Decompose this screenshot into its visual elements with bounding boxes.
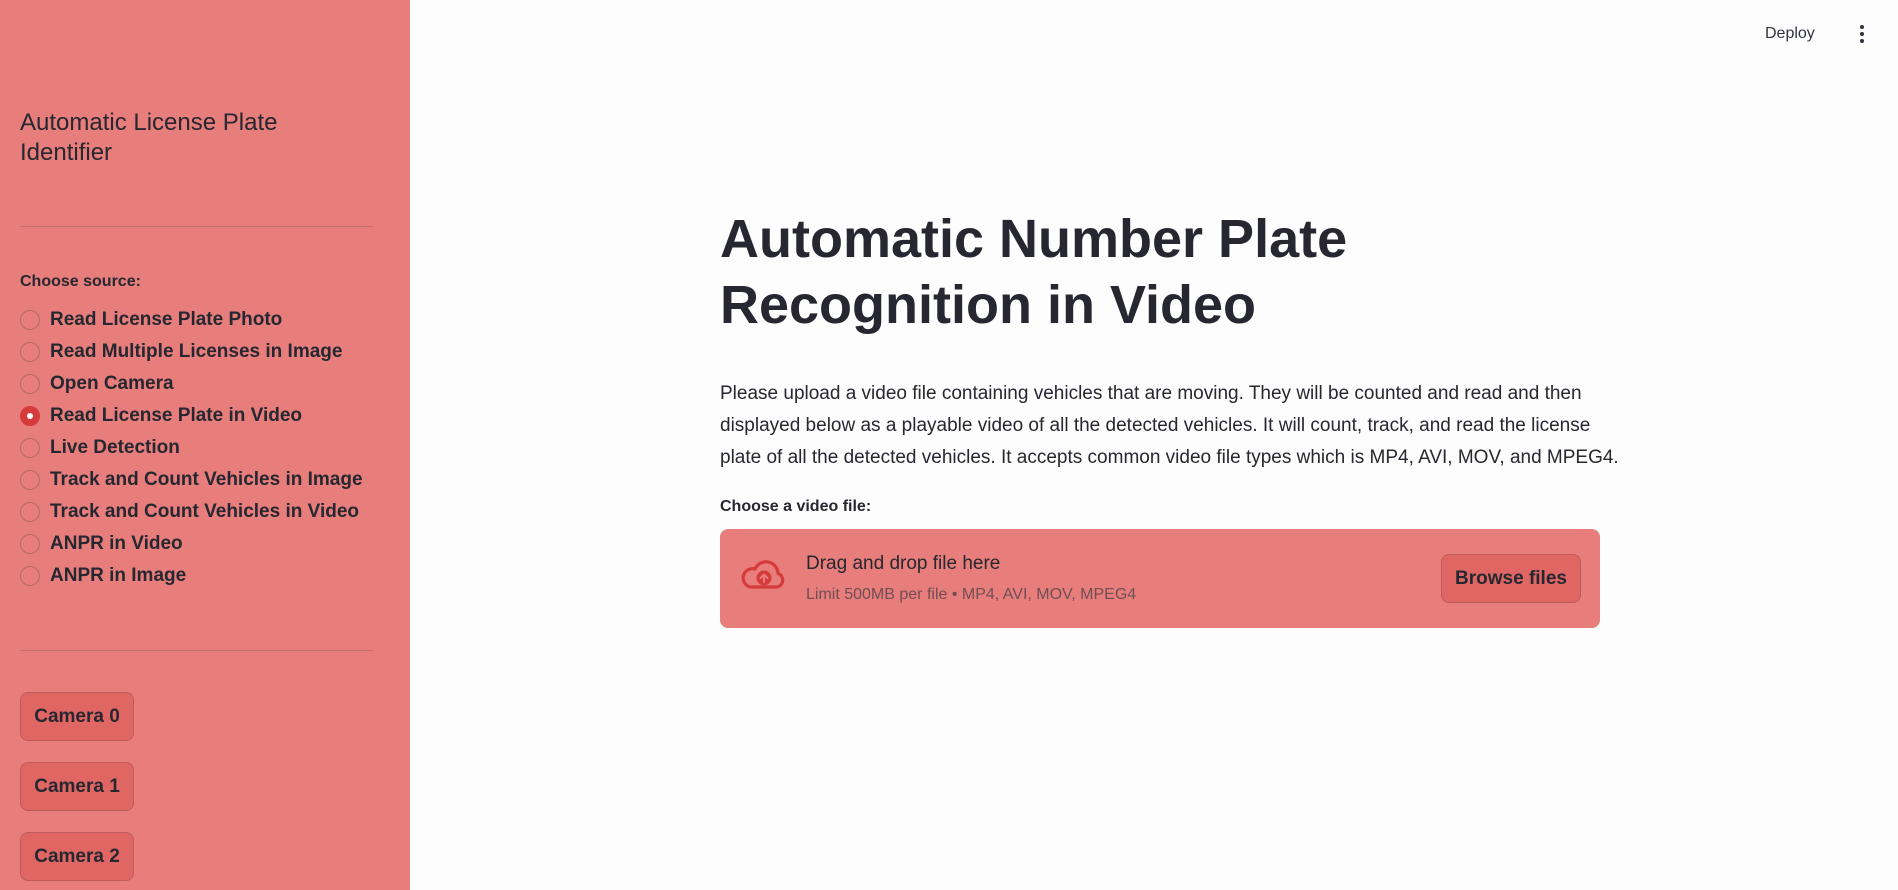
radio-circle-icon — [20, 470, 40, 490]
source-label: Choose source: — [20, 273, 141, 290]
cloud-upload-icon — [741, 560, 785, 589]
radio-option-label: ANPR in Image — [50, 565, 187, 586]
radio-option-anpr-video[interactable]: ANPR in Video — [20, 528, 363, 560]
radio-circle-icon — [20, 502, 40, 522]
radio-option-label: Track and Count Vehicles in Image — [50, 469, 363, 490]
radio-option-label: Read Multiple Licenses in Image — [50, 341, 343, 362]
sidebar: Automatic License Plate Identifier Choos… — [0, 0, 410, 890]
radio-option-label: Track and Count Vehicles in Video — [50, 501, 360, 522]
radio-option-label: Read License Plate Photo — [50, 309, 283, 330]
radio-option-open-camera[interactable]: Open Camera — [20, 368, 363, 400]
radio-circle-icon — [20, 374, 40, 394]
camera-2-button[interactable]: Camera 2 — [20, 832, 134, 881]
sidebar-title: Automatic License Plate Identifier — [20, 109, 278, 166]
page-description: Please upload a video file containing ve… — [720, 383, 1619, 468]
radio-option-read-license-plate-photo[interactable]: Read License Plate Photo — [20, 304, 363, 336]
app-root: Automatic License Plate Identifier Choos… — [0, 0, 1898, 890]
radio-option-read-multiple-licenses[interactable]: Read Multiple Licenses in Image — [20, 336, 363, 368]
deploy-button[interactable]: Deploy — [1765, 20, 1815, 48]
radio-circle-icon — [20, 566, 40, 586]
file-dropzone[interactable]: Drag and drop file here Limit 500MB per … — [720, 529, 1600, 628]
radio-selected-icon — [20, 406, 40, 426]
camera-1-button[interactable]: Camera 1 — [20, 762, 134, 811]
browse-files-button[interactable]: Browse files — [1441, 554, 1581, 603]
camera-0-button[interactable]: Camera 0 — [20, 692, 134, 741]
radio-option-label: Live Detection — [50, 437, 180, 458]
vertical-dots-icon[interactable] — [1852, 20, 1872, 48]
radio-option-label: Read License Plate in Video — [50, 405, 303, 426]
page-title: Automatic Number Plate Recognition in Vi… — [720, 209, 1348, 335]
radio-option-track-count-video[interactable]: Track and Count Vehicles in Video — [20, 496, 363, 528]
radio-circle-icon — [20, 534, 40, 554]
radio-circle-icon — [20, 310, 40, 330]
radio-option-label: Open Camera — [50, 373, 174, 394]
radio-circle-icon — [20, 438, 40, 458]
radio-option-track-count-image[interactable]: Track and Count Vehicles in Image — [20, 464, 363, 496]
file-uploader-label: Choose a video file: — [720, 498, 872, 515]
sidebar-divider-top — [20, 226, 373, 227]
radio-option-read-license-plate-video[interactable]: Read License Plate in Video — [20, 400, 363, 432]
radio-option-label: ANPR in Video — [50, 533, 183, 554]
sidebar-divider-bottom — [20, 650, 373, 651]
radio-circle-icon — [20, 342, 40, 362]
dropzone-title: Drag and drop file here — [806, 553, 1001, 574]
radio-option-anpr-image[interactable]: ANPR in Image — [20, 560, 363, 592]
dropzone-limit: Limit 500MB per file • MP4, AVI, MOV, MP… — [806, 586, 1137, 603]
source-radio-group: Read License Plate Photo Read Multiple L… — [20, 304, 363, 592]
radio-option-live-detection[interactable]: Live Detection — [20, 432, 363, 464]
